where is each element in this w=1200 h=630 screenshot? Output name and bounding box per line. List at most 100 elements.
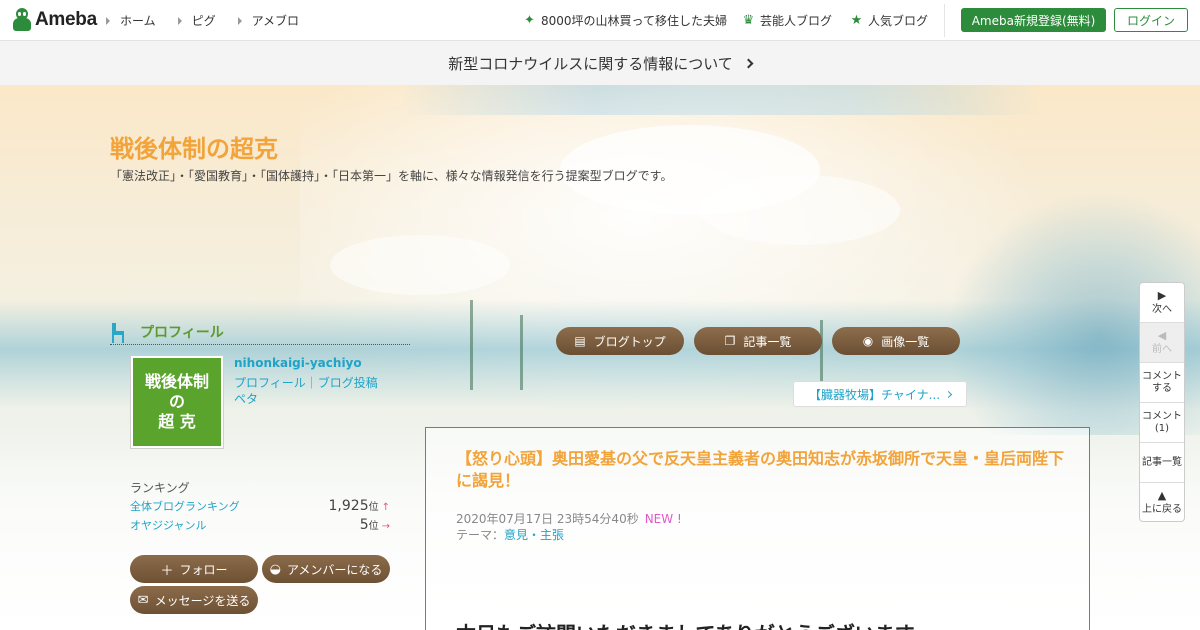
ranking-name-link[interactable]: オヤジジャンル (130, 517, 206, 533)
message-label: メッセージを送る (154, 593, 251, 608)
register-button[interactable]: Ameba新規登録(無料) (961, 8, 1106, 32)
nav-home-label: ホーム (120, 14, 156, 28)
chair-icon (112, 323, 124, 343)
article-list-button[interactable]: ❐ 記事一覧 (694, 327, 822, 355)
promo-label: 8000坪の山林買って移住した夫婦 (541, 14, 727, 28)
article-entry: 【怒り心頭】奥田愛基の父で反天皇主義者の奥田知志が赤坂御所で天皇・皇后両陛下に謁… (425, 427, 1090, 630)
amember-label: アメンバーになる (286, 562, 383, 577)
copy-icon: ❐ (724, 334, 736, 348)
play-left-icon: ◀ (1157, 328, 1167, 342)
global-nav: ホーム ピグ アメブロ (106, 0, 321, 41)
message-button[interactable]: ✉ メッセージを送る (130, 586, 258, 614)
promo-link-sanrin[interactable]: ✦ 8000坪の山林買って移住した夫婦 (523, 0, 727, 41)
mail-icon: ✉ (137, 592, 149, 608)
image-list-button[interactable]: ◉ 画像一覧 (832, 327, 960, 355)
comment-label: コメント (1142, 370, 1182, 382)
article-theme: テーマ：意見・主張 (456, 526, 564, 543)
comments-count-button[interactable]: コメント (1) (1140, 403, 1184, 443)
ranking-label: ランキング (130, 481, 190, 495)
next-article-link[interactable]: 【臓器牧場】チャイナ... (793, 381, 967, 407)
play-right-icon: ▶ (1157, 288, 1167, 302)
covid-notice-link[interactable]: 新型コロナウイルスに関する情報について (0, 41, 1200, 85)
blog-title[interactable]: 戦後体制の超克 (110, 129, 278, 164)
nav-ameblo-label: アメブロ (251, 14, 300, 28)
document-icon: ▤ (574, 334, 586, 348)
ameba-mascot-icon (12, 8, 32, 32)
back-to-top-button[interactable]: ▲ 上に戻る (1140, 483, 1184, 521)
blog-top-label: ブログトップ (593, 334, 666, 349)
follow-button[interactable]: ＋ フォロー (130, 555, 258, 583)
ranking-row: 全体ブログランキング 1,925位 ↑ (130, 497, 390, 515)
profile-name[interactable]: nihonkaigi-yachiyo (234, 356, 362, 370)
crown-icon: ♛ (742, 13, 755, 28)
triangle-up-icon: ▲ (1157, 489, 1167, 502)
article-list-label: 記事一覧 (743, 334, 792, 349)
nav-home[interactable]: ホーム (106, 12, 156, 29)
profile-link-label: プロフィール (234, 376, 306, 390)
theme-link[interactable]: 意見・主張 (504, 528, 564, 542)
avatar-line: の (168, 392, 185, 411)
ranking-unit: 位 (368, 502, 379, 513)
ranking-unit: 位 (368, 521, 379, 532)
back-to-top-label: 上に戻る (1142, 504, 1182, 515)
camera-icon: ◉ (862, 334, 874, 348)
comments-label: コメント (1142, 410, 1182, 422)
covid-notice-text: 新型コロナウイルスに関する情報について (448, 54, 733, 73)
promo-link-celebrity[interactable]: ♛ 芸能人ブログ (742, 0, 832, 41)
next-label: 次へ (1152, 303, 1172, 315)
trend-up-icon: ↑ (381, 502, 390, 513)
follow-label: フォロー (179, 562, 228, 577)
side-pager: ▶ 次へ ◀ 前へ コメント する コメント (1) 記事一覧 ▲ 上に戻る (1139, 282, 1185, 522)
profile-link[interactable]: プロフィール｜ブログ投稿 (234, 374, 378, 391)
nav-ameblo[interactable]: アメブロ (237, 12, 300, 29)
profile-label: プロフィール (140, 325, 224, 341)
profile-link-extra: ブログ投稿 (317, 376, 378, 390)
new-badge: NEW ! (644, 512, 682, 526)
ranking-name-link[interactable]: 全体ブログランキング (130, 498, 240, 514)
peta-link[interactable]: ペタ (234, 390, 258, 407)
promo-label: 芸能人ブログ (760, 14, 833, 28)
star-icon: ★ (850, 13, 863, 28)
triangle-right-icon (177, 16, 182, 25)
trend-flat-icon: → (381, 521, 390, 532)
promo-link-popular[interactable]: ★ 人気ブログ (850, 0, 928, 41)
prev-label: 前へ (1152, 343, 1172, 355)
chevron-right-icon (743, 58, 754, 68)
ranking-value: 1,925位 ↑ (329, 498, 390, 514)
sparkle-icon: ✦ (524, 13, 535, 28)
article-list-side-label: 記事一覧 (1142, 456, 1182, 468)
header-divider (944, 4, 945, 37)
ameba-header: Ameba ホーム ピグ アメブロ ✦ 8000坪の山林買って移住した夫婦 ♛ … (0, 0, 1200, 41)
triangle-right-icon (106, 16, 110, 25)
article-date-text: 2020年07月17日 23時54分40秒 (456, 512, 639, 526)
ranking-number: 1,925 (328, 498, 369, 514)
ranking-row: オヤジジャンル 5位 → (130, 516, 390, 534)
triangle-right-icon (237, 16, 242, 25)
logo-text: Ameba (35, 9, 97, 30)
article-date: 2020年07月17日 23時54分40秒 NEW ! (456, 510, 682, 527)
theme-label: テーマ： (456, 528, 505, 542)
avatar-line: 戦後体制 (144, 372, 209, 391)
nav-pigg[interactable]: ピグ (177, 12, 216, 29)
article-list-side-button[interactable]: 記事一覧 (1140, 443, 1184, 483)
nav-pigg-label: ピグ (191, 14, 216, 28)
comments-count: (1) (1154, 422, 1170, 434)
ranking-number: 5 (359, 517, 369, 533)
amember-button[interactable]: ◒ アメンバーになる (262, 555, 390, 583)
promo-label: 人気ブログ (868, 14, 929, 28)
login-button[interactable]: ログイン (1114, 8, 1188, 32)
prev-button[interactable]: ◀ 前へ (1140, 323, 1184, 363)
article-body: 本日もご訪問いただきましてありがとうございます。 (456, 618, 933, 630)
ameba-logo[interactable]: Ameba (12, 8, 97, 32)
amember-icon: ◒ (269, 561, 281, 577)
profile-avatar[interactable]: 戦後体制 の 超 克 (130, 355, 224, 449)
ranking-value: 5位 → (360, 517, 390, 533)
article-title[interactable]: 【怒り心頭】奥田愛基の父で反天皇主義者の奥田知志が赤坂御所で天皇・皇后両陛下に謁… (456, 448, 1066, 492)
blog-description: 「憲法改正」・「愛国教育」・「国体護持」・「日本第一」を軸に、様々な情報発信を行… (110, 169, 673, 183)
image-list-label: 画像一覧 (881, 334, 930, 349)
profile-heading: プロフィール (110, 321, 410, 345)
avatar-line: 超 克 (158, 412, 196, 431)
comment-button[interactable]: コメント する (1140, 363, 1184, 403)
next-button[interactable]: ▶ 次へ (1140, 283, 1184, 323)
blog-top-button[interactable]: ▤ ブログトップ (556, 327, 684, 355)
